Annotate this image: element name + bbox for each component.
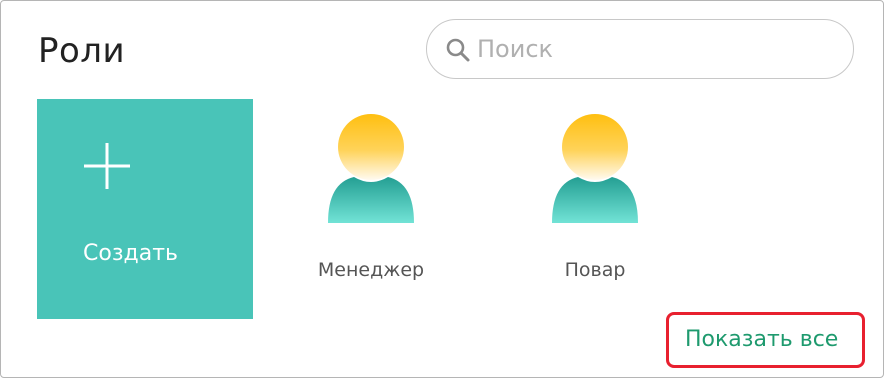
role-card-manager[interactable]: Менеджер [291,111,451,291]
search-input[interactable] [477,32,837,66]
search-box[interactable] [426,19,854,79]
show-all-link[interactable]: Показать все [685,327,838,352]
user-avatar-icon [552,114,638,223]
role-name: Менеджер [317,259,425,281]
user-avatar-icon [328,114,414,223]
role-card-cook[interactable]: Повар [515,111,675,291]
search-icon [446,38,470,62]
role-name: Повар [564,259,626,281]
plus-icon [84,143,130,189]
create-role-label: Создать [83,241,178,266]
page-title: Роли [38,31,126,71]
create-role-button[interactable]: Создать [37,99,253,319]
roles-panel: Роли Создать [0,0,884,378]
